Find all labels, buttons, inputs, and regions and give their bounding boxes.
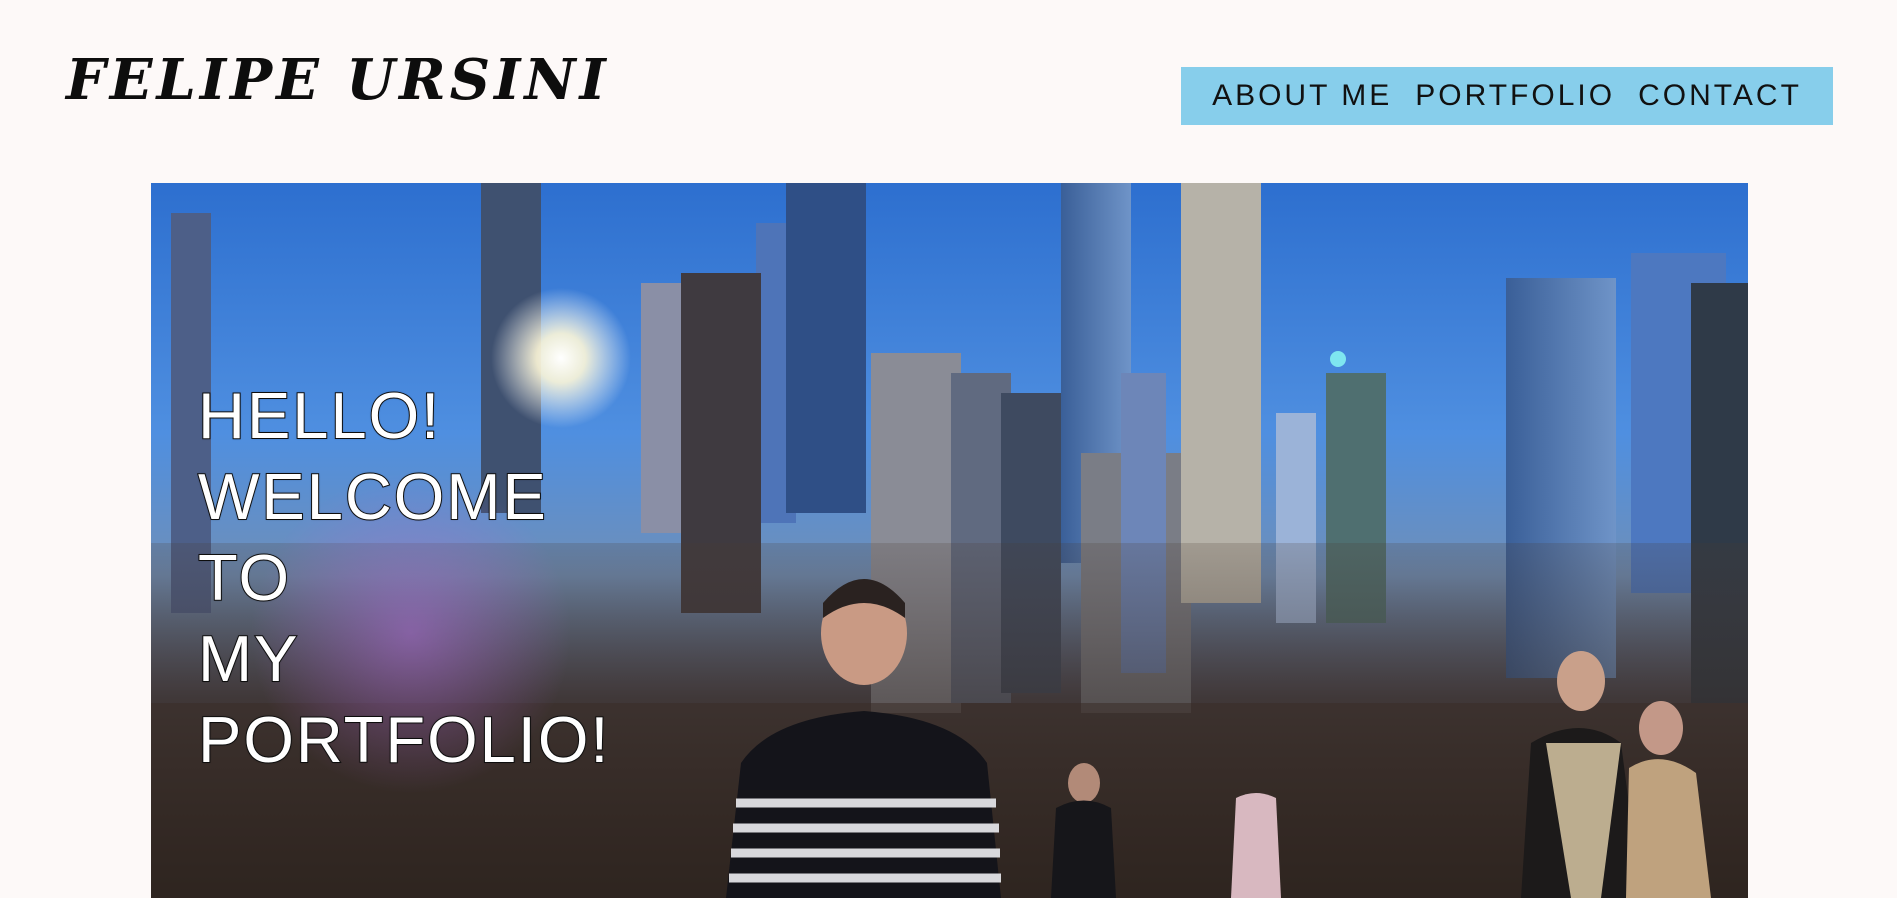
site-title[interactable]: FELIPE URSINI bbox=[66, 52, 610, 108]
welcome-line: PORTFOLIO! bbox=[197, 702, 611, 777]
nav-portfolio[interactable]: PORTFOLIO bbox=[1415, 79, 1615, 113]
main-nav: ABOUT ME PORTFOLIO CONTACT bbox=[1181, 67, 1833, 125]
welcome-line: MY bbox=[197, 621, 300, 696]
welcome-heading: HELLO! WELCOME TO MY PORTFOLIO! bbox=[197, 375, 611, 780]
nav-about-me[interactable]: ABOUT ME bbox=[1212, 79, 1392, 113]
welcome-line: HELLO! bbox=[197, 378, 442, 453]
hero-banner: HELLO! WELCOME TO MY PORTFOLIO! bbox=[151, 183, 1748, 898]
welcome-line: TO bbox=[197, 540, 292, 615]
nav-contact[interactable]: CONTACT bbox=[1638, 79, 1802, 113]
welcome-line: WELCOME bbox=[197, 459, 548, 534]
